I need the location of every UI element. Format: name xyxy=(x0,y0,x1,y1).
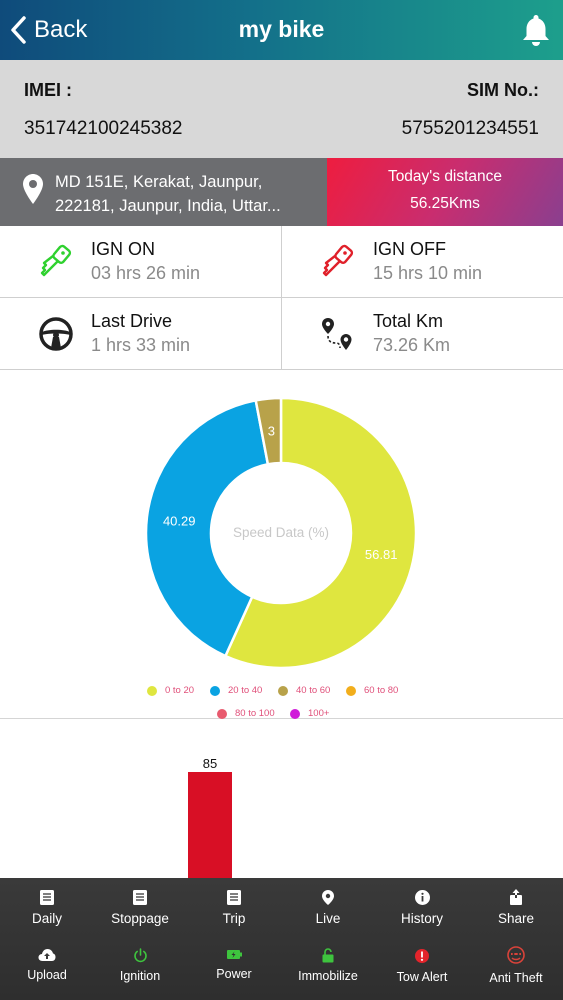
nav-live-label: Live xyxy=(315,911,341,926)
nav-tow-alert-label: Tow Alert xyxy=(396,970,448,984)
legend-swatch xyxy=(210,685,220,696)
nav-history-label: History xyxy=(400,911,443,926)
legend-label: 40 to 60 xyxy=(296,685,331,696)
nav-immobilize-label: Immobilize xyxy=(298,969,358,983)
document-icon xyxy=(227,890,241,905)
location-pin-icon xyxy=(23,174,43,204)
bar-chart-svg: 8515 xyxy=(188,756,376,920)
nav-stoppage[interactable]: Stoppage xyxy=(100,889,180,926)
alert-icon xyxy=(415,949,429,963)
imei-value: 351742100245382 xyxy=(24,118,183,139)
speed-donut-chart: 56.81 40.29 3 Speed Data (%) xyxy=(144,396,418,670)
legend-label: 80 to 100 xyxy=(235,708,275,719)
address-line-2: 222181, Jaunpur, India, Uttar... xyxy=(55,197,281,215)
ign-off-value: 15 hrs 10 min xyxy=(373,263,483,283)
todays-distance-panel: Today's distance 56.25Kms xyxy=(327,158,563,226)
imei-label: IMEI : xyxy=(24,80,72,100)
info-icon xyxy=(414,890,430,905)
total-km-value: 73.26 Km xyxy=(373,335,451,355)
legend-item[interactable]: 0 to 20 xyxy=(147,685,194,696)
distance-label: Today's distance xyxy=(387,168,503,185)
legend-swatch xyxy=(346,685,356,696)
nav-ignition[interactable]: Ignition xyxy=(100,948,180,983)
legend-swatch xyxy=(147,685,157,696)
last-drive-label: Last Drive xyxy=(91,311,173,331)
share-icon xyxy=(510,889,522,905)
legend-label: 60 to 80 xyxy=(364,685,399,696)
power-icon xyxy=(133,948,147,963)
ign-on-label: IGN ON xyxy=(91,239,156,259)
nav-daily[interactable]: Daily xyxy=(7,889,87,926)
ign-off-label: IGN OFF xyxy=(373,239,446,259)
last-drive-value: 1 hrs 33 min xyxy=(91,335,191,355)
legend-label: 0 to 20 xyxy=(165,685,195,696)
nav-daily-label: Daily xyxy=(31,911,62,926)
distance-value: 56.25Kms xyxy=(410,195,480,212)
nav-share-label: Share xyxy=(497,911,535,926)
ign-on-value: 03 hrs 26 min xyxy=(91,263,201,283)
total-km-label: Total Km xyxy=(373,311,444,331)
location-panel[interactable]: MD 151E, Kerakat, Jaunpur, 222181, Jaunp… xyxy=(0,158,327,226)
bar-chart: 8515 xyxy=(0,720,563,920)
speed-chart: 56.81 40.29 3 Speed Data (%) 0 to 20 20 to … xyxy=(0,369,563,719)
donut-slice-label: 3 xyxy=(268,423,275,438)
bar-value-label: 85 xyxy=(203,756,217,771)
nav-trip-label: Trip xyxy=(222,911,246,926)
bell-icon[interactable] xyxy=(521,13,551,47)
nav-tow-alert[interactable]: Tow Alert xyxy=(382,948,462,984)
sim-value: 5755201234551 xyxy=(401,118,539,139)
sim-label: SIM No.: xyxy=(467,80,539,100)
battery-icon xyxy=(226,950,242,959)
legend-swatch xyxy=(278,685,288,696)
legend-item[interactable]: 40 to 60 xyxy=(278,685,330,696)
nav-live[interactable]: Live xyxy=(288,889,368,926)
nav-immobilize[interactable]: Immobilize xyxy=(288,948,368,983)
bar xyxy=(188,772,232,920)
legend-item[interactable]: 100+ xyxy=(290,708,329,719)
nav-anti-theft[interactable]: Anti Theft xyxy=(476,946,556,985)
nav-upload-label: Upload xyxy=(27,968,67,982)
app-header: Back my bike xyxy=(0,0,563,60)
chart-center-title: Speed Data (%) xyxy=(233,525,329,540)
nav-upload[interactable]: Upload xyxy=(7,948,87,982)
steering-wheel-icon xyxy=(39,317,73,351)
document-icon xyxy=(133,890,147,905)
thief-icon xyxy=(507,946,525,964)
document-icon xyxy=(40,890,54,905)
nav-power[interactable]: Power xyxy=(194,948,274,981)
legend-item[interactable]: 20 to 40 xyxy=(210,685,262,696)
device-info-panel: IMEI : SIM No.: 351742100245382 57552012… xyxy=(0,60,563,158)
legend-swatch xyxy=(217,708,227,719)
last-drive-card: Last Drive 1 hrs 33 min xyxy=(0,298,281,370)
nav-power-label: Power xyxy=(216,967,252,981)
nav-share[interactable]: Share xyxy=(476,889,556,926)
page-title: my bike xyxy=(238,16,325,42)
ign-off-card: IGN OFF 15 hrs 10 min xyxy=(282,226,563,298)
nav-anti-theft-label: Anti Theft xyxy=(489,971,543,985)
legend-item[interactable]: 80 to 100 xyxy=(217,708,275,719)
donut-slice-label: 56.81 xyxy=(365,547,398,562)
legend-swatch xyxy=(290,708,300,719)
donut-slice-label: 40.29 xyxy=(163,513,196,528)
address-line-1: MD 151E, Kerakat, Jaunpur, xyxy=(55,173,263,191)
nav-history[interactable]: History xyxy=(382,889,462,926)
legend-item[interactable]: 60 to 80 xyxy=(346,685,398,696)
bottom-toolbar: Daily Stoppage Trip Live History Share U… xyxy=(0,878,563,1000)
legend-label: 100+ xyxy=(308,708,330,719)
nav-ignition-label: Ignition xyxy=(119,969,161,983)
route-icon xyxy=(322,318,352,350)
key-icon xyxy=(322,244,354,277)
key-icon xyxy=(40,244,72,277)
total-km-card: Total Km 73.26 Km xyxy=(282,298,563,370)
unlock-icon xyxy=(322,948,334,963)
ign-on-card: IGN ON 03 hrs 26 min xyxy=(0,226,281,298)
location-pin-icon xyxy=(322,890,334,905)
nav-stoppage-label: Stoppage xyxy=(111,911,169,926)
cloud-upload-icon xyxy=(38,949,56,961)
nav-trip[interactable]: Trip xyxy=(194,889,274,926)
legend-label: 20 to 40 xyxy=(228,685,263,696)
grid-divider xyxy=(281,226,282,369)
